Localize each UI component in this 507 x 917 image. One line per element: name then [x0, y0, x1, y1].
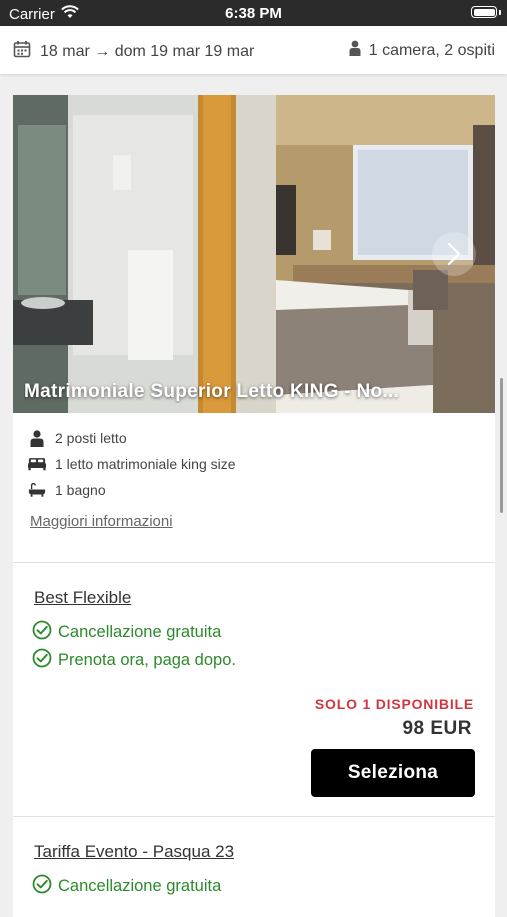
scrollbar[interactable]: [500, 378, 503, 513]
rate-card: Tariffa Evento - Pasqua 23 Cancellazione…: [13, 816, 495, 917]
guests-text: 1 camera, 2 ospiti: [368, 41, 495, 59]
room-card: Matrimoniale Superior Letto KING - No...…: [13, 95, 495, 562]
guests-selector[interactable]: 1 camera, 2 ospiti: [349, 40, 495, 61]
rate-name-link[interactable]: Tariffa Evento - Pasqua 23: [34, 842, 234, 862]
availability-badge: SOLO 1 DISPONIBILE: [314, 696, 474, 712]
feature-text: 2 posti letto: [55, 430, 127, 446]
date-range-text: 18 mar → dom 19 mar 19 mar: [40, 42, 255, 60]
feature-text: 1 letto matrimoniale king size: [55, 456, 236, 472]
bed-icon: [28, 456, 46, 472]
benefit-free-cancellation: Cancellazione gratuita: [32, 874, 221, 899]
chevron-right-icon: [447, 242, 461, 266]
next-photo-button[interactable]: [432, 232, 476, 276]
calendar-icon: [13, 40, 31, 63]
room-photo-carousel[interactable]: Matrimoniale Superior Letto KING - No...: [13, 95, 495, 413]
status-bar: Carrier 6:38 PM: [0, 0, 507, 26]
person-icon: [28, 429, 46, 447]
search-summary-bar: 18 mar → dom 19 mar 19 mar 1 camera, 2 o…: [0, 26, 507, 74]
benefit-free-cancellation: Cancellazione gratuita: [32, 620, 221, 645]
feature-beds: 2 posti letto: [28, 429, 127, 447]
benefit-text: Cancellazione gratuita: [58, 877, 222, 895]
room-photo: [13, 95, 495, 413]
check-circle-icon: [32, 620, 52, 645]
benefit-text: Cancellazione gratuita: [58, 623, 222, 641]
check-circle-icon: [32, 874, 52, 899]
date-range-selector[interactable]: 18 mar → dom 19 mar 19 mar: [13, 40, 254, 63]
feature-bed-type: 1 letto matrimoniale king size: [28, 456, 236, 472]
battery-tip: [499, 10, 501, 15]
benefit-text: Prenota ora, paga dopo.: [58, 651, 236, 669]
more-info-link[interactable]: Maggiori informazioni: [30, 513, 173, 530]
bathtub-icon: [28, 482, 46, 498]
rate-card: Best Flexible Cancellazione gratuita Pre…: [13, 562, 495, 816]
feature-bathroom: 1 bagno: [28, 482, 106, 498]
benefit-pay-later: Prenota ora, paga dopo.: [32, 648, 236, 673]
select-button[interactable]: Seleziona: [311, 749, 475, 797]
rate-price: 98 EUR: [402, 718, 472, 739]
status-time: 6:38 PM: [225, 5, 282, 22]
feature-text: 1 bagno: [55, 482, 106, 498]
rate-name-link[interactable]: Best Flexible: [34, 588, 131, 608]
person-icon: [349, 40, 361, 61]
check-circle-icon: [32, 648, 52, 673]
room-title: Matrimoniale Superior Letto KING - No...: [24, 381, 400, 402]
battery-icon: [471, 6, 497, 18]
